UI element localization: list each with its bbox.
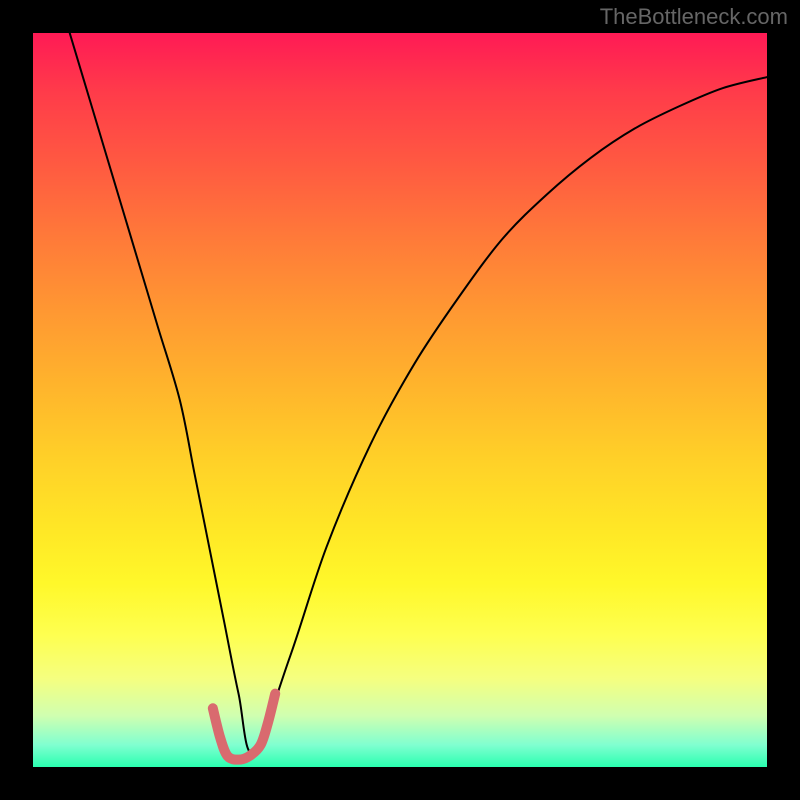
chart-curves xyxy=(33,33,767,767)
watermark-text: TheBottleneck.com xyxy=(600,4,788,30)
series-pink-valley xyxy=(213,694,275,760)
series-black-curve xyxy=(70,33,767,753)
chart-plot-area xyxy=(33,33,767,767)
